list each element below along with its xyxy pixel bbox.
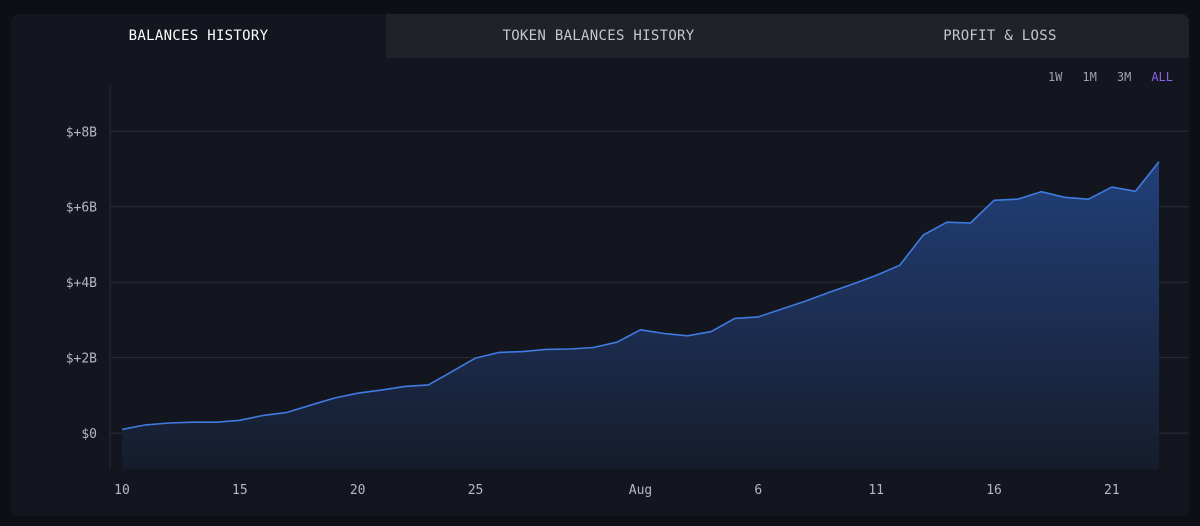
x-tick-label: 16 bbox=[986, 483, 1002, 498]
x-tick-label: 25 bbox=[468, 483, 484, 498]
x-tick-label: 21 bbox=[1104, 483, 1120, 498]
balances-area-chart: $0 $+2B $+4B $+6B $+8B 10 15 20 25 Aug 6 11 16 21 bbox=[66, 86, 1189, 498]
y-tick-label: $+8B bbox=[66, 125, 97, 140]
y-tick-label: $0 bbox=[81, 427, 97, 442]
balances-card: BALANCES HISTORY TOKEN BALANCES HISTORY … bbox=[11, 14, 1189, 516]
x-tick-label: 11 bbox=[868, 483, 884, 498]
y-tick-label: $+6B bbox=[66, 201, 97, 216]
x-tick-label: Aug bbox=[629, 483, 652, 498]
x-tick-label: 6 bbox=[754, 483, 762, 498]
y-tick-label: $+4B bbox=[66, 276, 97, 291]
x-tick-label: 15 bbox=[232, 483, 248, 498]
x-tick-label: 20 bbox=[350, 483, 366, 498]
x-tick-label: 10 bbox=[114, 483, 130, 498]
y-tick-label: $+2B bbox=[66, 352, 97, 367]
balance-area-fill bbox=[122, 161, 1159, 470]
